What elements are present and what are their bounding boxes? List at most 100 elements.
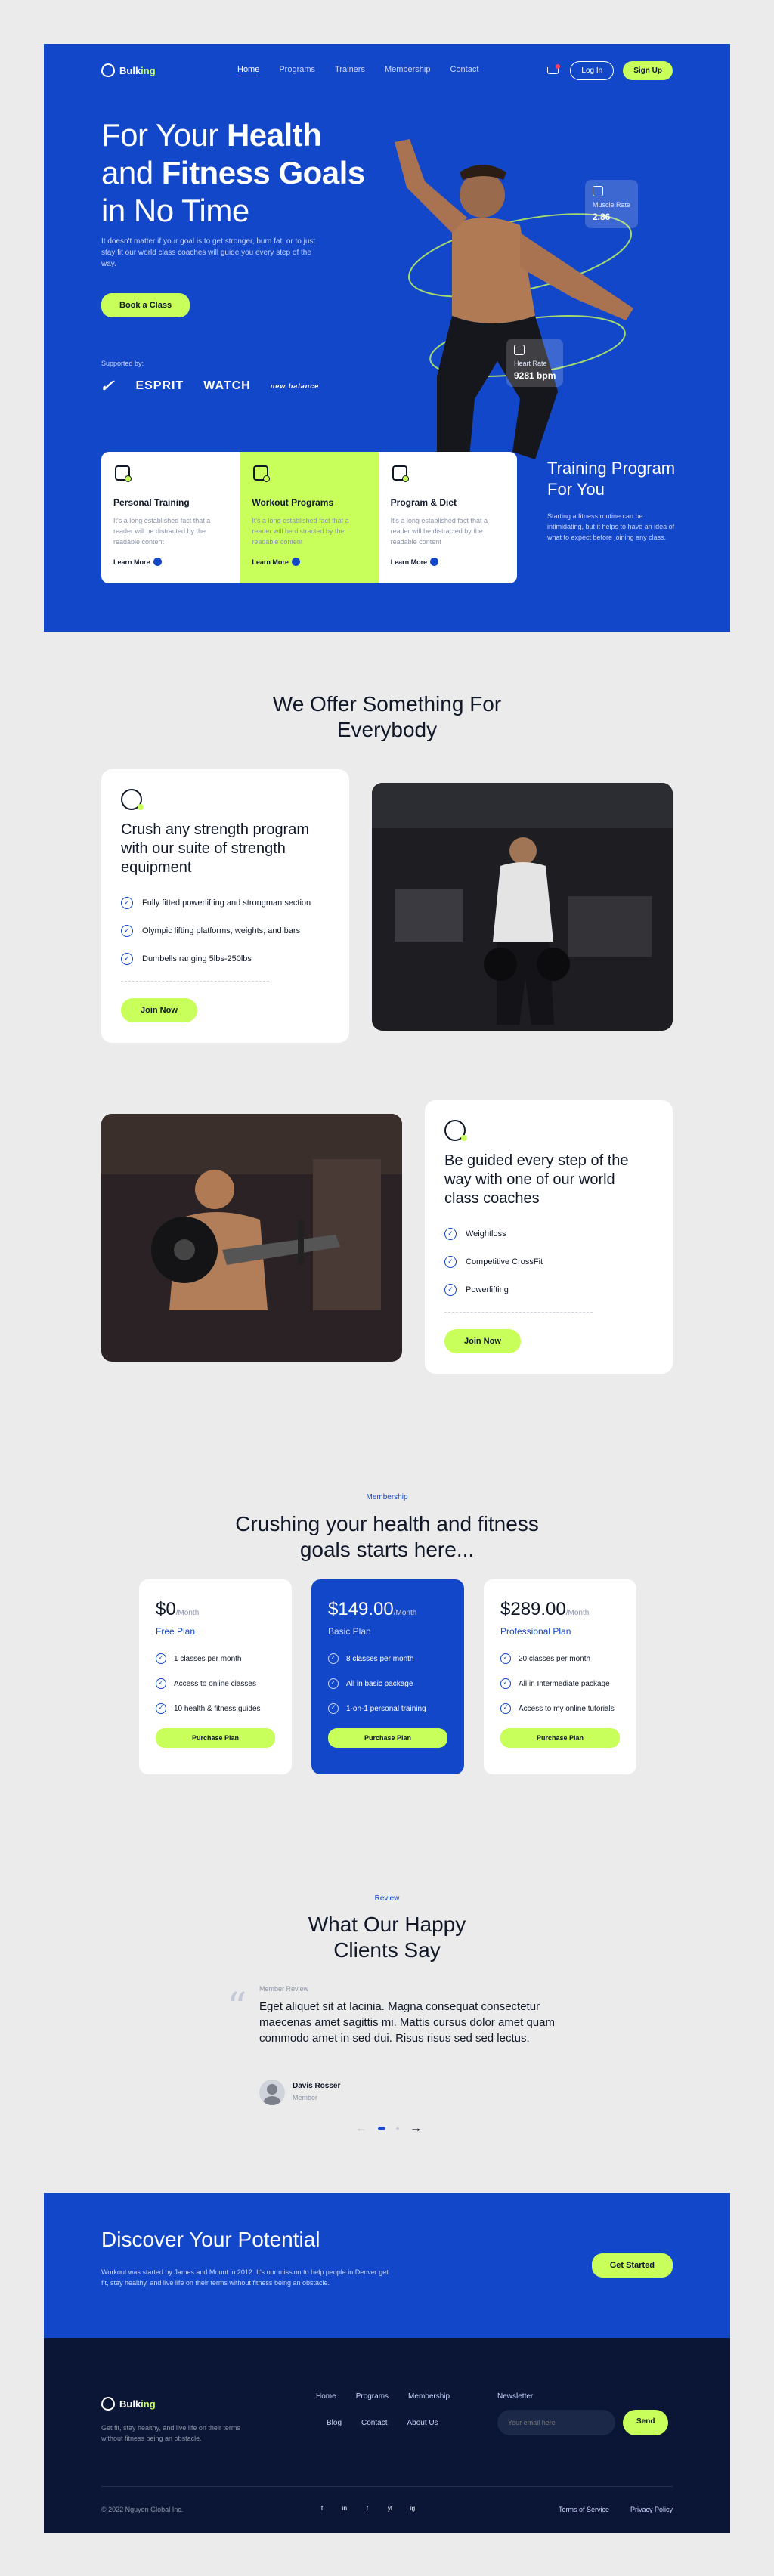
training-title: Training Program For You xyxy=(547,459,676,499)
footer-link-about[interactable]: About Us xyxy=(407,2419,438,2427)
heart-rate-icon xyxy=(514,345,525,355)
purchase-plan-button[interactable]: Purchase Plan xyxy=(156,1728,275,1748)
nav-trainers[interactable]: Trainers xyxy=(335,65,365,76)
logo-text-b: ing xyxy=(141,64,156,76)
prev-arrow-icon[interactable]: ← xyxy=(355,2122,367,2135)
feature-item: Olympic lifting platforms, weights, and … xyxy=(121,925,330,937)
plan-feature: 10 health & fitness guides xyxy=(156,1703,275,1714)
footer-link-blog[interactable]: Blog xyxy=(327,2419,342,2427)
footer: Bulk ing Get fit, stay healthy, and live … xyxy=(44,2338,730,2533)
plan-feature: 20 classes per month xyxy=(500,1653,620,1664)
offer-title: We Offer Something For Everybody xyxy=(272,692,502,741)
review-eyebrow: Review xyxy=(374,1894,400,1903)
nav-home[interactable]: Home xyxy=(237,65,260,76)
heart-icon xyxy=(101,63,115,77)
learn-more-label: Learn More xyxy=(390,558,428,566)
nav-programs[interactable]: Programs xyxy=(279,65,315,76)
logo[interactable]: Bulk ing xyxy=(101,63,156,77)
footer-tagline: Get fit, stay healthy, and live life on … xyxy=(101,2424,240,2442)
cart-icon[interactable] xyxy=(546,64,561,76)
learn-more-link[interactable]: Learn More xyxy=(391,558,505,566)
get-started-button[interactable]: Get Started xyxy=(591,2253,673,2278)
pager-dot-active[interactable] xyxy=(378,2127,385,2130)
coaching-panel: Be guided every step of the way with one… xyxy=(425,1100,673,1374)
footer-link-contact[interactable]: Contact xyxy=(361,2419,387,2427)
muscle-rate-value: 2.86 xyxy=(593,212,611,222)
newsletter-label: Newsletter xyxy=(497,2392,534,2401)
join-now-button[interactable]: Join Now xyxy=(444,1329,521,1353)
footer-links: Home Programs Membership Blog Contact Ab… xyxy=(316,2392,450,2445)
join-now-button[interactable]: Join Now xyxy=(121,998,197,1022)
hero-line1-b: Health xyxy=(226,117,322,153)
service-cards: Personal Training It's a long establishe… xyxy=(101,452,517,583)
service-title: Program & Diet xyxy=(390,497,457,508)
plan-name: Professional Plan xyxy=(500,1626,571,1637)
privacy-link[interactable]: Privacy Policy xyxy=(630,2506,673,2513)
footer-link-membership[interactable]: Membership xyxy=(408,2392,450,2401)
nav-contact[interactable]: Contact xyxy=(450,65,479,76)
footer-logo[interactable]: Bulk ing xyxy=(101,2397,156,2411)
muscle-rate-card: Muscle Rate 2.86 xyxy=(585,180,639,228)
signup-button[interactable]: Sign Up xyxy=(623,60,673,80)
service-card-workout-programs[interactable]: Workout Programs It's a long established… xyxy=(240,452,379,583)
next-arrow-icon[interactable]: → xyxy=(410,2122,422,2135)
logo-text-a: Bulk xyxy=(119,2398,141,2410)
reviewer-role: Member xyxy=(293,2093,318,2101)
plan-feature: All in Intermediate package xyxy=(500,1678,620,1689)
learn-more-label: Learn More xyxy=(252,558,289,566)
arrow-right-icon xyxy=(430,558,439,566)
plan-feature: 1 classes per month xyxy=(156,1653,275,1664)
nav-actions: Log In Sign Up xyxy=(546,60,673,80)
feature-item: Weightloss xyxy=(444,1228,653,1240)
service-card-personal-training[interactable]: Personal Training It's a long establishe… xyxy=(101,452,240,583)
plan-price: $0/Month xyxy=(156,1599,200,1619)
instagram-icon[interactable]: ig xyxy=(407,2503,419,2515)
service-text: It's a long established fact that a read… xyxy=(252,517,349,546)
copyright: © 2022 Nguyen Global Inc. xyxy=(101,2506,184,2513)
legal-links: Terms of Service Privacy Policy xyxy=(559,2506,673,2513)
learn-more-link[interactable]: Learn More xyxy=(113,558,228,566)
service-title: Personal Training xyxy=(113,497,190,508)
supported-label: Supported by: xyxy=(101,360,144,367)
hero-line1-a: For Your xyxy=(101,117,227,153)
personal-training-icon xyxy=(113,464,132,482)
pricing-title: Crushing your health and fitness goals s… xyxy=(235,1512,539,1561)
terms-link[interactable]: Terms of Service xyxy=(559,2506,609,2513)
heart-check-icon xyxy=(444,1120,467,1141)
send-button[interactable]: Send xyxy=(623,2410,669,2435)
plan-feature: 1-on-1 personal training xyxy=(328,1703,447,1714)
newsletter: Newsletter Send xyxy=(497,2392,669,2435)
muscle-rate-label: Muscle Rate xyxy=(593,201,631,209)
plan-price: $149.00/Month xyxy=(328,1599,417,1619)
book-class-button[interactable]: Book a Class xyxy=(101,293,190,317)
login-button[interactable]: Log In xyxy=(570,60,615,80)
linkedin-icon[interactable]: in xyxy=(339,2503,351,2515)
service-card-program-diet[interactable]: Program & Diet It's a long established f… xyxy=(379,452,517,583)
nav-membership[interactable]: Membership xyxy=(385,65,431,76)
dumbbell-icon xyxy=(252,464,271,482)
footer-link-home[interactable]: Home xyxy=(316,2392,336,2401)
cta-band: Discover Your Potential Workout was star… xyxy=(44,2193,730,2338)
newsletter-email-input[interactable] xyxy=(497,2410,615,2435)
hero-lead: It doesn't matter if your goal is to get… xyxy=(101,237,316,268)
cta-title: Discover Your Potential xyxy=(101,2228,320,2251)
reviewer-name: Davis Rosser xyxy=(293,2081,341,2090)
plan-name: Basic Plan xyxy=(328,1626,371,1637)
plan-professional: $289.00/Month Professional Plan 20 class… xyxy=(484,1579,636,1774)
heart-rate-card: Heart Rate 9281 bpm xyxy=(506,339,564,387)
youtube-icon[interactable]: yt xyxy=(384,2503,396,2515)
footer-link-programs[interactable]: Programs xyxy=(356,2392,389,2401)
purchase-plan-button[interactable]: Purchase Plan xyxy=(328,1728,447,1748)
reviewer: Davis Rosser Member xyxy=(259,2080,340,2105)
logo-text-a: Bulk xyxy=(119,64,141,76)
training-program-blurb: Training Program For You Starting a fitn… xyxy=(547,458,676,543)
cta-text: Workout was started by James and Mount i… xyxy=(101,2268,389,2287)
pager-dot[interactable] xyxy=(396,2127,399,2130)
purchase-plan-button[interactable]: Purchase Plan xyxy=(500,1728,620,1748)
new-balance-logo: new balance xyxy=(270,382,320,390)
nike-logo: ✓ xyxy=(98,376,120,395)
facebook-icon[interactable]: f xyxy=(316,2503,328,2515)
learn-more-link[interactable]: Learn More xyxy=(252,558,366,566)
testimonial-tag: Member Review xyxy=(259,1985,309,1993)
twitter-icon[interactable]: t xyxy=(361,2503,373,2515)
